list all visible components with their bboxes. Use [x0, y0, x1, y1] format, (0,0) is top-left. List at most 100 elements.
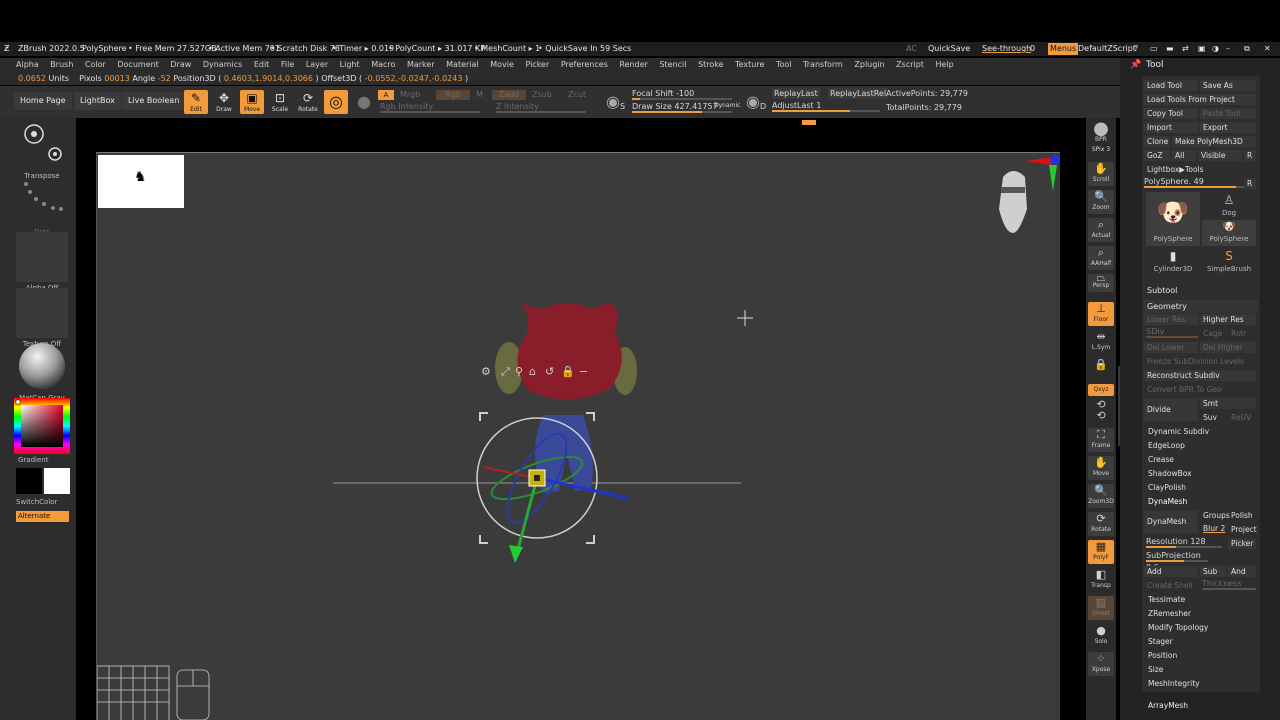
rgb-button[interactable]: Rgb: [436, 90, 470, 100]
material-selector[interactable]: MatCap Gray: [16, 342, 68, 402]
lock-icon[interactable]: 🔒: [1088, 358, 1114, 372]
scale-button[interactable]: ⊡ Scale: [268, 90, 292, 114]
goz-r-button[interactable]: R: [1244, 150, 1256, 161]
cage-button[interactable]: Cage: [1200, 328, 1226, 339]
menu-marker[interactable]: Marker: [407, 58, 435, 72]
reuv-toggle[interactable]: ReUV: [1228, 412, 1256, 423]
menu-render[interactable]: Render: [619, 58, 647, 72]
zadd-button[interactable]: Zadd: [492, 90, 526, 100]
seethrough-slider[interactable]: See-through: [982, 42, 1031, 56]
menu-macro[interactable]: Macro: [371, 58, 395, 72]
export-button[interactable]: Export: [1200, 122, 1256, 133]
tool-r-button[interactable]: R: [1244, 178, 1256, 189]
stager-item[interactable]: Stager: [1144, 636, 1258, 648]
zoom3d-button[interactable]: 🔍 Zoom3D: [1088, 484, 1114, 508]
rstr-button[interactable]: Rstr: [1228, 328, 1256, 339]
replaylastrel-button[interactable]: ReplayLastRel: [828, 88, 889, 99]
edit-button[interactable]: ✎ Edit: [184, 90, 208, 114]
menu-picker[interactable]: Picker: [525, 58, 549, 72]
menu-light[interactable]: Light: [340, 58, 360, 72]
move-button[interactable]: ▣ Move: [240, 90, 264, 114]
suv-toggle[interactable]: Suv: [1200, 412, 1226, 423]
color-picker[interactable]: [14, 398, 70, 454]
help-icon[interactable]: ?: [1134, 42, 1138, 56]
menus-button[interactable]: Menus: [1048, 43, 1079, 55]
texture-selector[interactable]: Texture Off: [16, 288, 68, 348]
paste-tool-button[interactable]: Paste Tool: [1200, 108, 1256, 119]
tool-palette-title[interactable]: Tool: [1146, 60, 1163, 70]
m-button[interactable]: M: [476, 90, 483, 99]
replaylast-button[interactable]: ReplayLast: [772, 88, 820, 99]
polyf-button[interactable]: ▦ PolyF: [1088, 540, 1114, 564]
home-page-button[interactable]: Home Page: [14, 92, 72, 110]
dynamesh-button[interactable]: DynaMesh: [1144, 511, 1198, 533]
dynamic-subdiv-item[interactable]: Dynamic Subdiv: [1144, 426, 1258, 438]
switchcolor-button[interactable]: SwitchColor: [16, 498, 57, 506]
menu-tool[interactable]: Tool: [776, 58, 792, 72]
picker-button[interactable]: Picker: [1228, 538, 1256, 549]
menu-color[interactable]: Color: [85, 58, 106, 72]
menu-zscript[interactable]: Zscript: [896, 58, 924, 72]
persp-button[interactable]: ⏢ Persp: [1088, 272, 1114, 292]
adjustlast-slider[interactable]: AdjustLast 1: [772, 100, 880, 112]
position-item[interactable]: Position: [1144, 650, 1258, 662]
menu-edit[interactable]: Edit: [254, 58, 270, 72]
spix-slider[interactable]: SPix 3: [1088, 146, 1114, 156]
window-icon[interactable]: ▣: [1198, 42, 1206, 56]
menu-layer[interactable]: Layer: [306, 58, 328, 72]
a-button[interactable]: A: [378, 90, 394, 100]
groups-toggle[interactable]: Groups: [1200, 510, 1230, 521]
lightbox-button[interactable]: LightBox: [74, 92, 121, 110]
import-button[interactable]: Import: [1144, 122, 1198, 133]
scroll-button[interactable]: ✋ Scroll: [1088, 162, 1114, 186]
menu-stencil[interactable]: Stencil: [659, 58, 686, 72]
rotate-view-button[interactable]: ⟳ Rotate: [1088, 512, 1114, 536]
menu-file[interactable]: File: [281, 58, 294, 72]
alternate-button[interactable]: Alternate: [16, 511, 69, 522]
menu-dynamics[interactable]: Dynamics: [203, 58, 242, 72]
tool-thumb-polysphere-2[interactable]: 🐶 PolySphere: [1202, 220, 1256, 246]
subprojection-slider[interactable]: SubProjection 0.6: [1146, 550, 1208, 572]
convert-bpr-button[interactable]: Convert BPR To Geo: [1144, 384, 1256, 395]
project-toggle[interactable]: Project: [1228, 524, 1257, 535]
tool-thumb-cylinder3d[interactable]: ▮ Cylinder3D: [1146, 248, 1200, 274]
theme-icon[interactable]: ◑: [1212, 42, 1219, 56]
crease-item[interactable]: Crease: [1144, 454, 1258, 466]
quicksave-button[interactable]: QuickSave: [928, 42, 970, 56]
smt-toggle[interactable]: Smt: [1200, 398, 1256, 409]
layout-icon[interactable]: ▭: [1150, 42, 1158, 56]
lsym-button[interactable]: ⇹ L.Sym: [1088, 330, 1114, 354]
menu-zplugin[interactable]: Zplugin: [854, 58, 884, 72]
solo-button[interactable]: ● Solo: [1088, 624, 1114, 648]
swap-icon[interactable]: ⇄: [1182, 42, 1189, 56]
menu-transform[interactable]: Transform: [803, 58, 843, 72]
tool-palette-pin-icon[interactable]: 📌: [1130, 60, 1141, 70]
default-zscript[interactable]: DefaultZScript: [1078, 42, 1136, 56]
sdiv-slider[interactable]: SDiv: [1146, 326, 1198, 338]
polish-toggle[interactable]: Polish: [1228, 510, 1256, 521]
shadowbox-item[interactable]: ShadowBox: [1144, 468, 1258, 480]
menu-texture[interactable]: Texture: [735, 58, 764, 72]
move-view-button[interactable]: ✋ Move: [1088, 456, 1114, 480]
tool-thumb-polysphere[interactable]: 🐶 PolySphere: [1146, 192, 1200, 246]
transpose-brush[interactable]: Transpose: [16, 120, 68, 180]
zremesher-item[interactable]: ZRemesher: [1144, 608, 1258, 620]
frame-button[interactable]: ⛶ Frame: [1088, 428, 1114, 452]
bpr-button[interactable]: ● BPR: [1088, 120, 1114, 146]
goz-all-button[interactable]: All: [1172, 150, 1196, 161]
viewport-canvas[interactable]: ♞ ⚙ ⤢ ⚲ ⌂ ↺ 🔒 −: [96, 152, 1060, 720]
add-button[interactable]: Add: [1144, 566, 1198, 577]
load-tools-from-project-button[interactable]: Load Tools From Project: [1144, 94, 1256, 105]
floor-button[interactable]: ⊥ Floor: [1088, 302, 1114, 326]
clone-button[interactable]: Clone: [1144, 136, 1170, 147]
resolution-slider[interactable]: Resolution 128: [1146, 536, 1222, 548]
meshintegrity-item[interactable]: MeshIntegrity: [1144, 678, 1258, 690]
edgeloop-item[interactable]: EdgeLoop: [1144, 440, 1258, 452]
transpose-mode-button[interactable]: ●: [352, 90, 376, 114]
focal-shift-slider[interactable]: Focal Shift -100: [632, 88, 732, 100]
goz-button[interactable]: GoZ: [1144, 150, 1170, 161]
draw-button[interactable]: ✥ Draw: [212, 90, 236, 114]
menu-material[interactable]: Material: [446, 58, 479, 72]
make-polymesh3d-button[interactable]: Make PolyMesh3D: [1172, 136, 1256, 147]
save-as-button[interactable]: Save As: [1200, 80, 1256, 91]
